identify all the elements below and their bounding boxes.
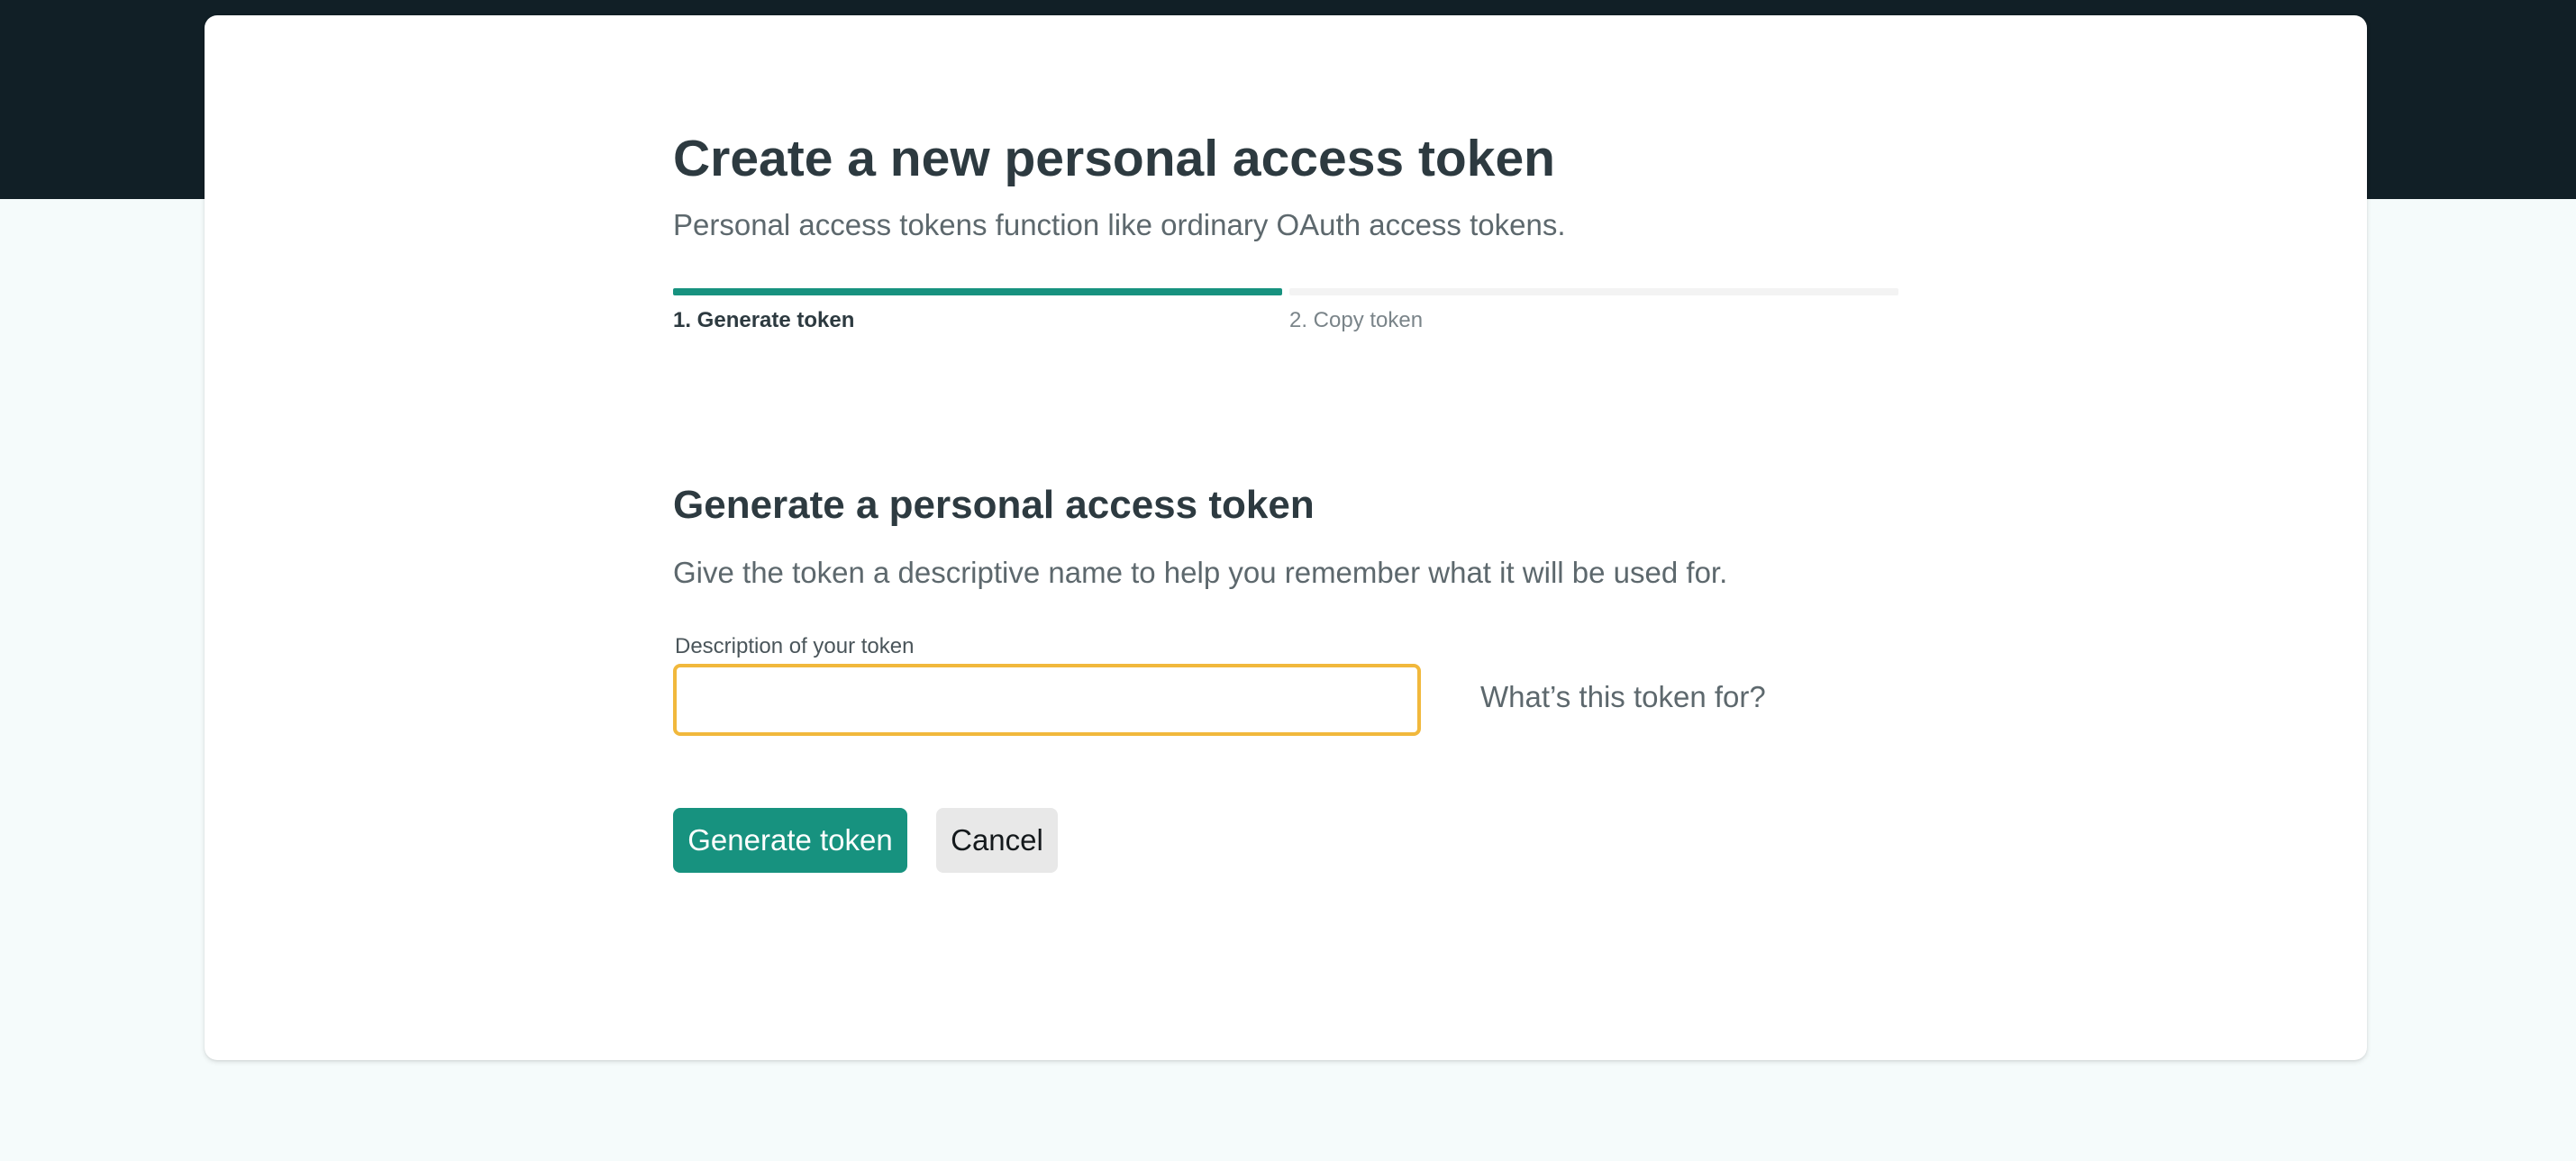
generate-token-button[interactable]: Generate token bbox=[673, 808, 907, 873]
step-label: 2. Copy token bbox=[1289, 308, 1424, 332]
cancel-button[interactable]: Cancel bbox=[936, 808, 1058, 873]
page-title: Create a new personal access token bbox=[673, 130, 1555, 187]
step-progress-bar bbox=[1289, 288, 1898, 295]
token-description-hint: What’s this token for? bbox=[1480, 680, 1766, 713]
token-description-label: Description of your token bbox=[675, 634, 915, 658]
step-generate-token: 1. Generate token bbox=[673, 288, 1282, 333]
token-description-input[interactable] bbox=[673, 664, 1421, 736]
step-copy-token: 2. Copy token bbox=[1289, 288, 1898, 333]
progress-stepper: 1. Generate token 2. Copy token bbox=[673, 288, 1898, 342]
section-title: Generate a personal access token bbox=[673, 483, 1315, 527]
section-subtitle: Give the token a descriptive name to hel… bbox=[673, 556, 1728, 589]
step-progress-bar bbox=[673, 288, 1282, 295]
page-subtitle: Personal access tokens function like ord… bbox=[673, 208, 1566, 241]
card-content: Create a new personal access token Perso… bbox=[673, 15, 1898, 1060]
step-label: 1. Generate token bbox=[673, 308, 855, 332]
token-card: Create a new personal access token Perso… bbox=[205, 15, 2367, 1060]
